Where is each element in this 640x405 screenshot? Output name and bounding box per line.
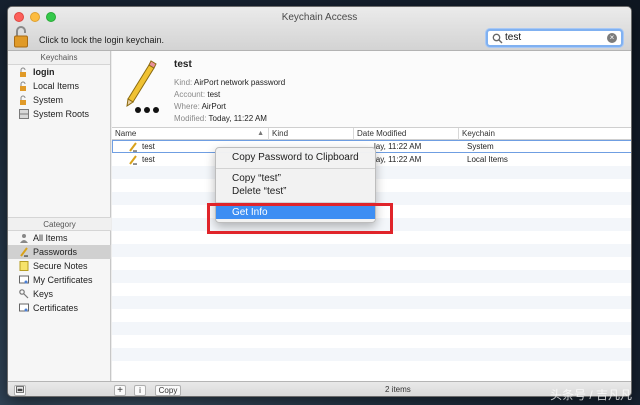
sidebar-item-keys[interactable]: Keys	[8, 287, 111, 301]
note-icon	[19, 261, 29, 271]
sidebar-item-label: Passwords	[33, 247, 78, 257]
kind-line: Kind: AirPort network password	[174, 78, 286, 87]
empty-row	[112, 270, 631, 283]
title-toolbar: Keychain Access Click to lock the login …	[8, 7, 631, 51]
sidebar-item-label: Secure Notes	[33, 261, 88, 271]
menu-copy-password[interactable]: Copy Password to Clipboard	[216, 151, 375, 164]
empty-row	[112, 309, 631, 322]
item-count: 2 items	[385, 385, 411, 394]
cabinet-icon	[19, 109, 29, 119]
sidebar-item-certificates[interactable]: Certificates	[8, 301, 111, 315]
column-date-modified[interactable]: Date Modified	[353, 128, 458, 140]
item-detail-panel: test Kind: AirPort network password Acco…	[112, 51, 631, 128]
sort-up-icon: ▲	[257, 130, 264, 137]
empty-row	[112, 283, 631, 296]
account-line: Account: test	[174, 90, 221, 99]
menu-delete-item[interactable]: Delete “test”	[216, 185, 375, 198]
sidebar: Keychains login Local Items System Syste…	[8, 51, 111, 381]
table-header: Name ▲ Kind Date Modified Keychain	[112, 128, 631, 140]
empty-row	[112, 296, 631, 309]
menu-copy-item[interactable]: Copy “test”	[216, 172, 375, 185]
category-header: Category	[8, 217, 111, 231]
category-section: Category All Items Passwords Secure Note…	[8, 217, 111, 315]
lock-label: Click to lock the login keychain.	[39, 35, 165, 45]
search-icon	[492, 33, 503, 44]
empty-row	[112, 244, 631, 257]
sidebar-item-label: System	[33, 95, 64, 105]
certificate-icon	[19, 275, 29, 284]
sidebar-item-label: Certificates	[33, 303, 79, 313]
column-keychain[interactable]: Keychain	[458, 128, 631, 140]
column-kind[interactable]: Kind	[268, 128, 353, 140]
pencil-icon	[20, 247, 28, 257]
search-field[interactable]: test ×	[486, 29, 623, 47]
people-icon	[20, 234, 28, 243]
sidebar-item-label: System Roots	[33, 109, 90, 119]
menu-separator	[216, 168, 375, 169]
lock-open-icon	[20, 67, 26, 77]
lock-open-icon[interactable]	[14, 26, 30, 48]
key-icon	[19, 289, 29, 299]
pencil-icon	[129, 154, 137, 165]
certificate-icon	[19, 303, 29, 312]
show-sidebar-icon[interactable]	[14, 385, 26, 396]
info-button[interactable]: i	[134, 385, 146, 396]
empty-row	[112, 257, 631, 270]
empty-row	[112, 361, 631, 374]
sidebar-item-label: login	[33, 67, 55, 77]
cell-date: lay, 11:22 AM	[374, 155, 422, 164]
copy-button[interactable]: Copy	[155, 385, 181, 396]
keychain-window: Keychain Access Click to lock the login …	[7, 6, 632, 397]
cell-date: lay, 11:22 AM	[374, 142, 422, 151]
keychains-header: Keychains	[8, 51, 110, 65]
cell-keychain: Local Items	[467, 155, 508, 164]
watermark: 头条号 / 吉凡凡	[549, 388, 632, 402]
sidebar-toggle-icon	[16, 386, 24, 393]
empty-row	[112, 348, 631, 361]
sidebar-item-my-certificates[interactable]: My Certificates	[8, 273, 111, 287]
window-title: Keychain Access	[281, 12, 358, 23]
sidebar-item-system[interactable]: System	[8, 93, 110, 107]
column-name[interactable]: Name ▲	[112, 128, 268, 140]
empty-row	[112, 335, 631, 348]
empty-row	[112, 322, 631, 335]
sidebar-item-system-roots[interactable]: System Roots	[8, 107, 110, 121]
sidebar-item-local-items[interactable]: Local Items	[8, 79, 110, 93]
lock-open-icon	[20, 81, 26, 91]
add-item-button[interactable]: +	[114, 385, 126, 396]
clear-search-icon[interactable]: ×	[607, 33, 617, 43]
sidebar-item-login[interactable]: login	[8, 65, 110, 79]
annotation-highlight-box	[207, 203, 393, 234]
sidebar-item-label: Local Items	[33, 81, 80, 91]
sidebar-item-secure-notes[interactable]: Secure Notes	[8, 259, 111, 273]
sidebar-item-label: Keys	[33, 289, 54, 299]
modified-line: Modified: Today, 11:22 AM	[174, 114, 267, 123]
item-name: test	[174, 59, 192, 70]
search-input[interactable]: test	[505, 32, 521, 43]
bottom-bar: + i Copy 2 items	[8, 381, 631, 396]
sidebar-item-passwords[interactable]: Passwords	[8, 245, 111, 259]
sidebar-item-label: All Items	[33, 233, 68, 243]
pencil-icon	[129, 141, 137, 152]
where-line: Where: AirPort	[174, 102, 227, 111]
sidebar-item-all-items[interactable]: All Items	[8, 231, 111, 245]
cell-keychain: System	[467, 142, 494, 151]
password-pencil-icon	[126, 60, 159, 113]
lock-open-icon	[20, 95, 26, 105]
sidebar-item-label: My Certificates	[33, 275, 93, 285]
